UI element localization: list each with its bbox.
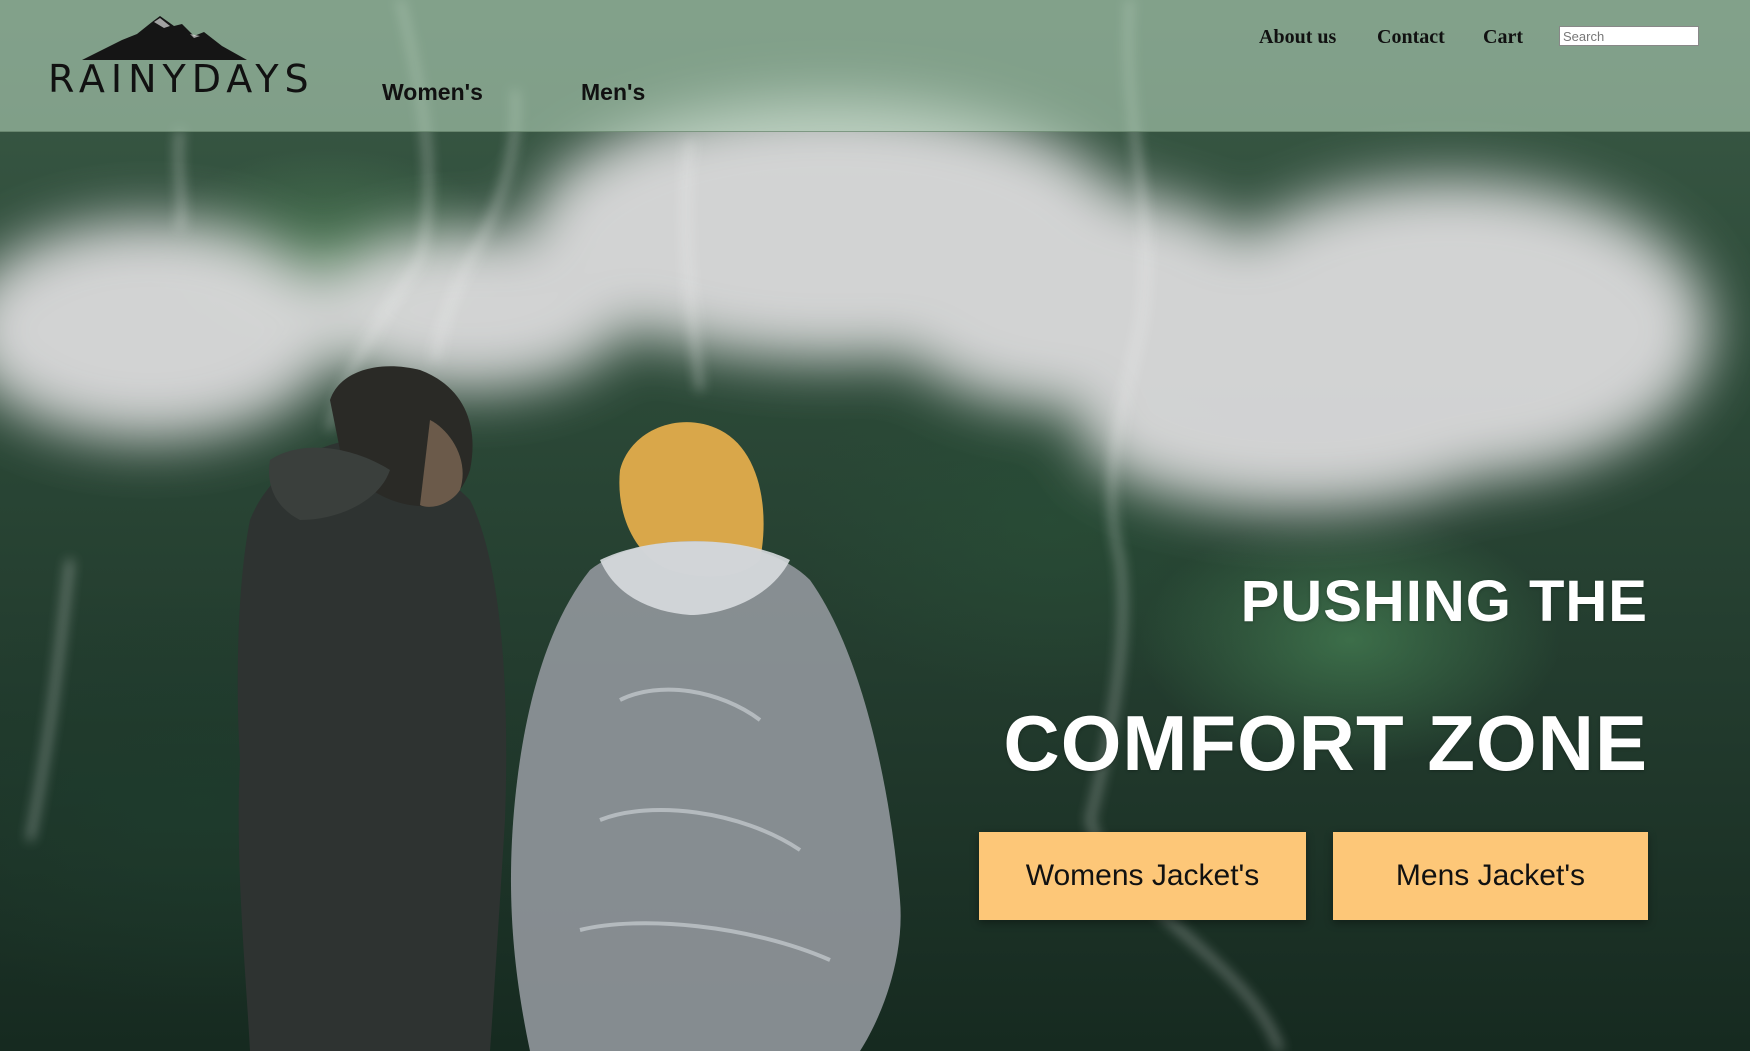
mountain-icon xyxy=(82,16,247,60)
hero-headline-line1: PUSHING THE xyxy=(1240,569,1648,634)
search-input[interactable] xyxy=(1559,26,1699,46)
mens-jackets-button[interactable]: Mens Jacket's xyxy=(1333,832,1648,920)
nav-link-womens[interactable]: Women's xyxy=(382,79,483,106)
nav-link-about-us[interactable]: About us xyxy=(1259,26,1336,49)
nav-link-cart[interactable]: Cart xyxy=(1483,26,1523,49)
hero-headline-line2: COMFORT ZONE xyxy=(1003,699,1648,787)
site-header: RAINYDAYS Women's Men's About us Contact… xyxy=(0,0,1750,132)
nav-link-mens[interactable]: Men's xyxy=(581,79,645,106)
brand-name: RAINYDAYS xyxy=(48,57,315,101)
womens-jackets-button[interactable]: Womens Jacket's xyxy=(979,832,1306,920)
brand-logo[interactable]: RAINYDAYS xyxy=(48,16,315,106)
nav-link-contact[interactable]: Contact xyxy=(1377,26,1445,49)
landing-page: RAINYDAYS Women's Men's About us Contact… xyxy=(0,0,1750,1051)
